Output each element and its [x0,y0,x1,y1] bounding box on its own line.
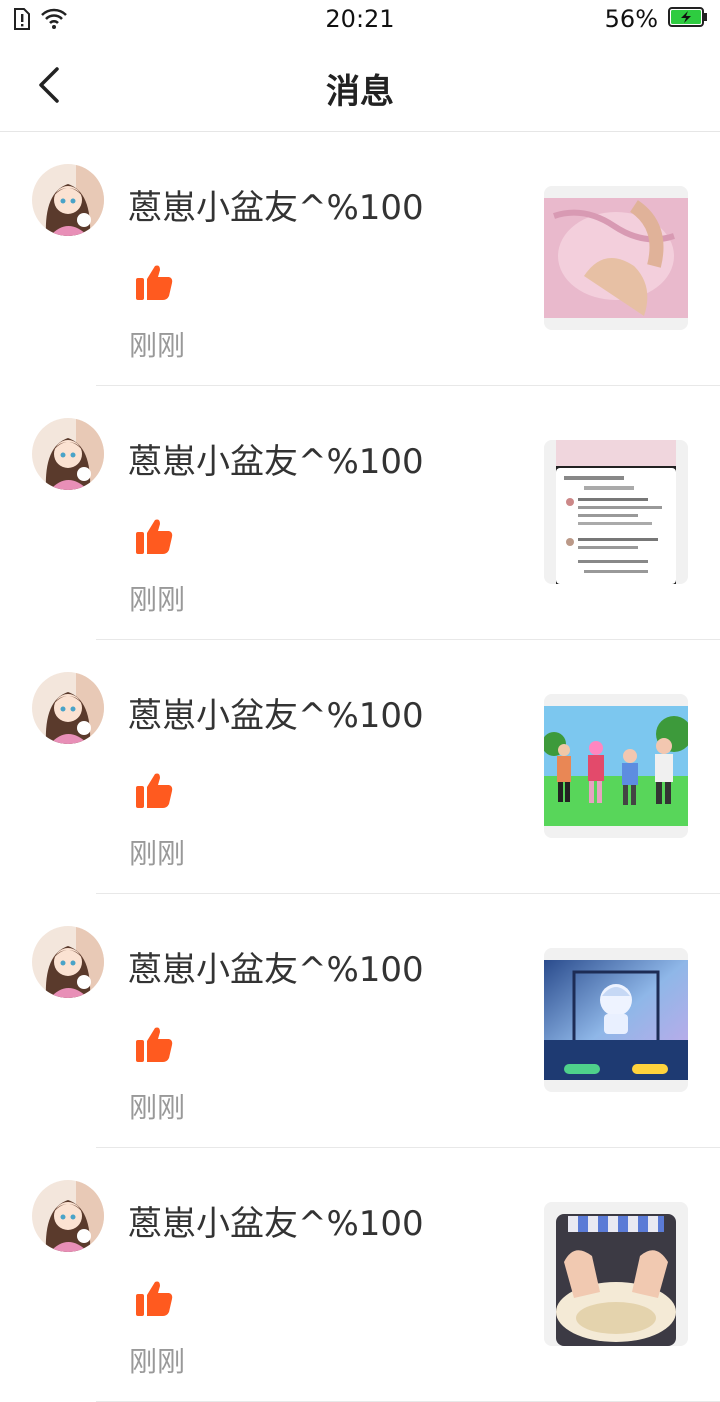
timestamp: 刚刚 [129,583,186,616]
username[interactable]: 蒽崽小盆友^%100 [128,434,424,483]
avatar[interactable] [32,926,104,998]
video-thumbnail[interactable] [544,440,688,584]
page-title: 消息 [326,72,394,112]
timestamp: 刚刚 [129,1345,186,1378]
thumbs-up-icon [134,262,174,302]
timestamp: 刚刚 [129,329,186,362]
message-list: 蒽崽小盆友^%100 刚刚 蒽崽小盆友^%100 刚刚 蒽崽小盆友^%100 刚… [0,132,720,1402]
username[interactable]: 蒽崽小盆友^%100 [128,688,424,737]
avatar[interactable] [32,672,104,744]
video-thumbnail[interactable] [544,694,688,838]
avatar[interactable] [32,164,104,236]
thumbs-up-icon [134,516,174,556]
avatar[interactable] [32,1180,104,1252]
username[interactable]: 蒽崽小盆友^%100 [128,180,424,229]
list-item[interactable]: 蒽崽小盆友^%100 刚刚 [0,894,720,1148]
thumbs-up-icon [134,1024,174,1064]
battery-charging-icon [668,7,708,31]
status-bar: 20:21 56% [0,0,720,38]
header: 消息 [0,38,720,132]
timestamp: 刚刚 [129,1091,186,1124]
username[interactable]: 蒽崽小盆友^%100 [128,942,424,991]
timestamp: 刚刚 [129,837,186,870]
list-item[interactable]: 蒽崽小盆友^%100 刚刚 [0,640,720,894]
list-item[interactable]: 蒽崽小盆友^%100 刚刚 [0,1148,720,1402]
video-thumbnail[interactable] [544,186,688,330]
list-item[interactable]: 蒽崽小盆友^%100 刚刚 [0,386,720,640]
battery-percentage: 56% [604,5,658,33]
video-thumbnail[interactable] [544,1202,688,1346]
thumbs-up-icon [134,770,174,810]
avatar[interactable] [32,418,104,490]
thumbs-up-icon [134,1278,174,1318]
username[interactable]: 蒽崽小盆友^%100 [128,1196,424,1245]
video-thumbnail[interactable] [544,948,688,1092]
list-item[interactable]: 蒽崽小盆友^%100 刚刚 [0,132,720,386]
